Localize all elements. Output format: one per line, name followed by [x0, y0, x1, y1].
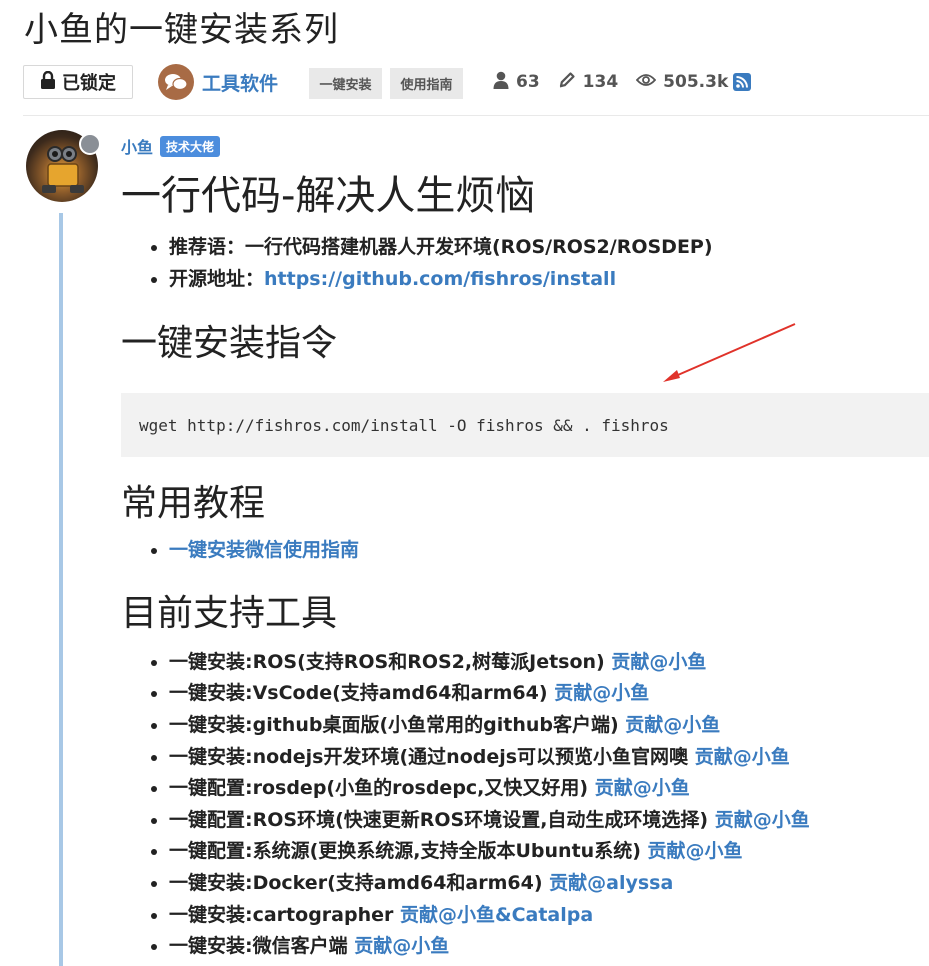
post-author: 小鱼 技术大佬 — [121, 134, 221, 158]
online-status-indicator — [79, 133, 101, 155]
locked-label: 已锁定 — [62, 73, 116, 94]
lock-icon — [40, 70, 56, 94]
tool-description: 一键安装:ROS(支持ROS和ROS2,树莓派Jetson) — [169, 650, 605, 673]
contributor-link[interactable]: 贡献@小鱼 — [648, 840, 743, 862]
topic-stats: 63 134 505.3k — [493, 63, 728, 101]
tools-list: 一键安装:ROS(支持ROS和ROS2,树莓派Jetson) 贡献@小鱼一键安装… — [121, 647, 929, 963]
tool-description: 一键配置:系统源(更换系统源,支持全版本Ubuntu系统) — [169, 840, 641, 863]
thread-line — [59, 213, 63, 966]
participants-count: 63 — [516, 72, 540, 92]
list-item: 开源地址：https://github.com/fishros/install — [169, 264, 929, 296]
post-body: 一行代码-解决人生烦恼 推荐语：一行代码搭建机器人开发环境(ROS/ROS2/R… — [121, 170, 929, 963]
user-icon — [493, 71, 509, 94]
post-heading: 一行代码-解决人生烦恼 — [121, 173, 536, 219]
tool-description: 一键安装:github桌面版(小鱼常用的github客户端) — [169, 713, 619, 736]
contributor-link[interactable]: 贡献@小鱼 — [695, 746, 790, 768]
list-item: 一键安装:微信客户端 贡献@小鱼 — [169, 931, 929, 963]
list-item: 一键安装微信使用指南 — [169, 535, 929, 567]
tool-description: 一键安装:cartographer — [169, 903, 394, 926]
tutorials-heading: 常用教程 — [121, 483, 266, 525]
user-title-badge: 技术大佬 — [160, 135, 221, 157]
intro-list: 推荐语：一行代码搭建机器人开发环境(ROS/ROS2/ROSDEP) 开源地址：… — [121, 232, 929, 295]
contributor-link[interactable]: 贡献@小鱼 — [354, 935, 449, 957]
wechat-guide-link[interactable]: 一键安装微信使用指南 — [169, 539, 359, 561]
tool-description: 一键安装:微信客户端 — [169, 935, 348, 958]
contributor-link[interactable]: 贡献@小鱼 — [554, 682, 649, 704]
tool-description: 一键安装:Docker(支持amd64和arm64) — [169, 871, 543, 894]
list-item: 推荐语：一行代码搭建机器人开发环境(ROS/ROS2/ROSDEP) — [169, 232, 929, 264]
contributor-link[interactable]: 贡献@小鱼 — [715, 809, 810, 831]
list-item: 一键配置:系统源(更换系统源,支持全版本Ubuntu系统) 贡献@小鱼 — [169, 836, 929, 868]
eye-icon — [635, 72, 657, 92]
repo-label: 开源地址： — [169, 267, 265, 290]
list-item: 一键安装:ROS(支持ROS和ROS2,树莓派Jetson) 贡献@小鱼 — [169, 647, 929, 679]
contributor-link[interactable]: 贡献@小鱼&Catalpa — [400, 904, 593, 926]
tool-description: 一键安装:nodejs开发环境(通过nodejs可以预览小鱼官网噢 — [169, 745, 689, 768]
category-name: 工具软件 — [202, 72, 279, 95]
contributor-link[interactable]: 贡献@alyssa — [549, 872, 673, 894]
header-divider — [23, 115, 929, 116]
repo-link[interactable]: https://github.com/fishros/install — [264, 268, 616, 290]
locked-status-button[interactable]: 已锁定 — [23, 65, 133, 99]
posts-count: 134 — [582, 72, 619, 92]
username-link[interactable]: 小鱼 — [121, 134, 153, 158]
tools-heading: 目前支持工具 — [121, 592, 338, 634]
tutorials-list: 一键安装微信使用指南 — [121, 535, 929, 567]
topic-meta-row: 已锁定 工具软件 一键安装 使用指南 63 134 505.3k — [23, 63, 929, 101]
tag-one-click-install[interactable]: 一键安装 — [309, 68, 382, 99]
tag-user-guide[interactable]: 使用指南 — [390, 68, 463, 99]
tool-description: 一键配置:ROS环境(快速更新ROS环境设置,自动生成环境选择) — [169, 808, 709, 831]
annotation-arrow-icon — [663, 323, 796, 382]
tool-description: 一键配置:rosdep(小鱼的rosdepc,又快又好用) — [169, 777, 589, 800]
install-command-code[interactable]: wget http://fishros.com/install -O fishr… — [121, 393, 929, 458]
participants-stat: 63 — [493, 71, 540, 94]
list-item: 一键安装:github桌面版(小鱼常用的github客户端) 贡献@小鱼 — [169, 710, 929, 742]
list-item: 一键安装:nodejs开发环境(通过nodejs可以预览小鱼官网噢 贡献@小鱼 — [169, 742, 929, 774]
tool-description: 一键安装:VsCode(支持amd64和arm64) — [169, 682, 548, 705]
contributor-link[interactable]: 贡献@小鱼 — [611, 651, 706, 673]
views-stat: 505.3k — [635, 72, 729, 92]
views-count: 505.3k — [663, 72, 729, 92]
category-link[interactable]: 工具软件 — [158, 63, 278, 101]
list-item: 一键安装:cartographer 贡献@小鱼&Catalpa — [169, 900, 929, 932]
list-item: 一键配置:rosdep(小鱼的rosdepc,又快又好用) 贡献@小鱼 — [169, 773, 929, 805]
install-heading: 一键安装指令 — [121, 323, 338, 365]
rss-icon[interactable] — [733, 73, 751, 91]
topic-title: 小鱼的一键安装系列 — [24, 10, 339, 50]
chat-bubble-icon — [158, 64, 194, 100]
posts-stat: 134 — [558, 71, 619, 94]
contributor-link[interactable]: 贡献@小鱼 — [595, 777, 690, 799]
recommendation-text: 推荐语：一行代码搭建机器人开发环境(ROS/ROS2/ROSDEP) — [169, 236, 713, 258]
list-item: 一键安装:Docker(支持amd64和arm64) 贡献@alyssa — [169, 868, 929, 900]
pencil-icon — [558, 71, 576, 94]
list-item: 一键安装:VsCode(支持amd64和arm64) 贡献@小鱼 — [169, 678, 929, 710]
contributor-link[interactable]: 贡献@小鱼 — [625, 714, 720, 736]
list-item: 一键配置:ROS环境(快速更新ROS环境设置,自动生成环境选择) 贡献@小鱼 — [169, 805, 929, 837]
